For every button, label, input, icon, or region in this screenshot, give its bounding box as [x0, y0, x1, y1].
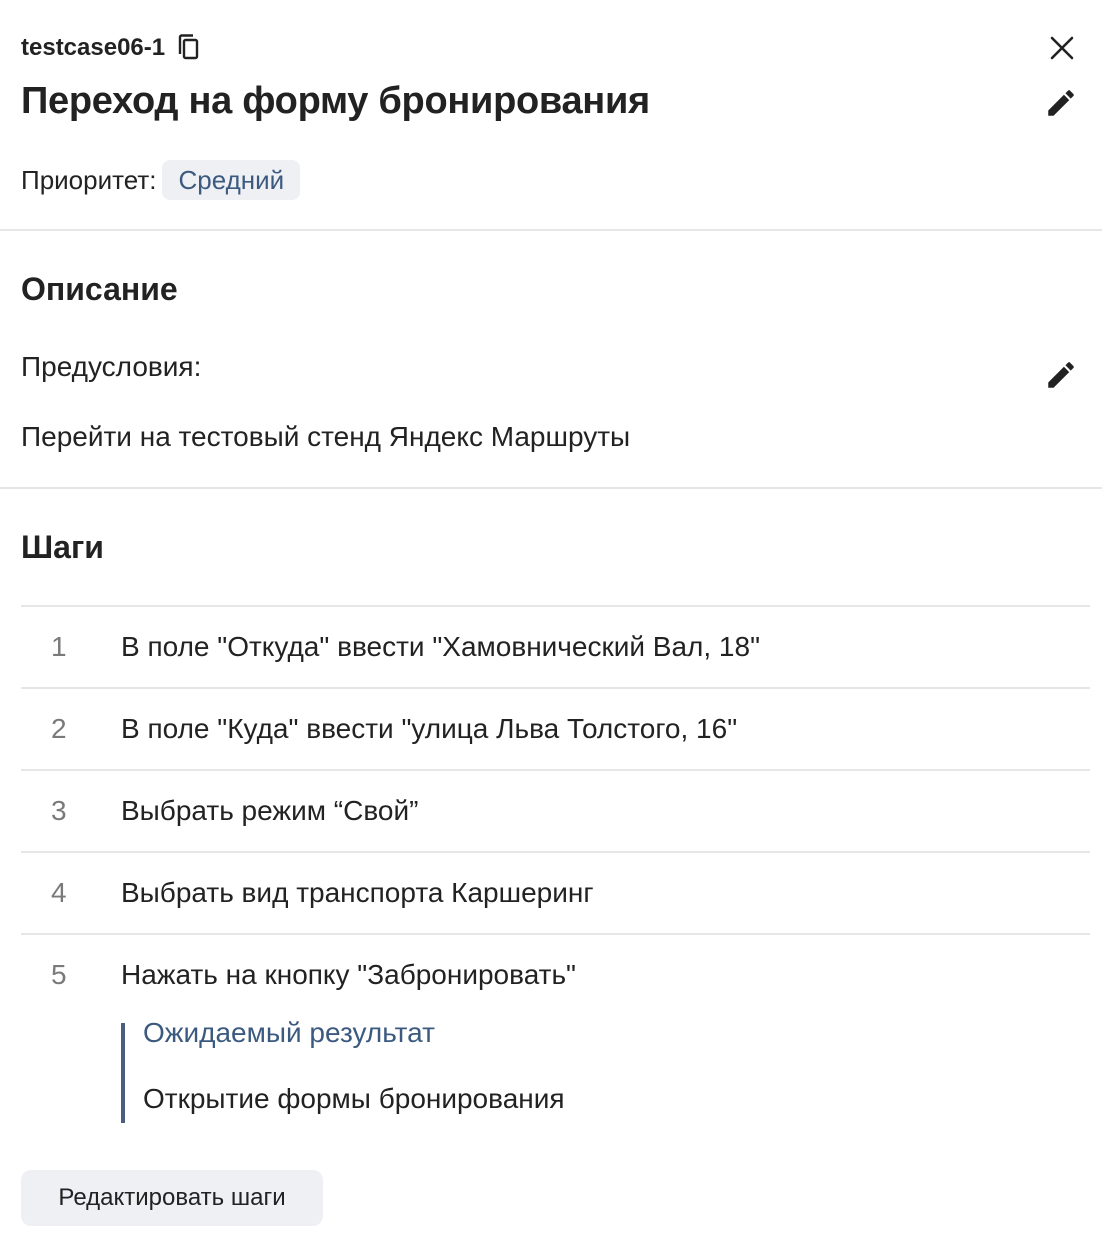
- step-list: 1 В поле "Откуда" ввести "Хамовнический …: [21, 605, 1090, 1123]
- edit-preconditions-icon[interactable]: [1044, 358, 1078, 392]
- expected-result-label: Ожидаемый результат: [143, 1017, 435, 1048]
- close-icon[interactable]: [1048, 34, 1076, 62]
- description-title: Описание: [21, 271, 178, 307]
- copy-icon[interactable]: [177, 33, 203, 63]
- step-body: В поле "Куда" ввести "улица Льва Толстог…: [121, 689, 1090, 769]
- step-text: Выбрать вид транспорта Каршеринг: [121, 877, 594, 908]
- step-body: Выбрать режим “Свой”: [121, 771, 1090, 851]
- step-text: Выбрать режим “Свой”: [121, 795, 419, 826]
- step-text: Нажать на кнопку "Забронировать": [121, 959, 576, 990]
- preconditions-text: Перейти на тестовый стенд Яндекс Маршрут…: [21, 421, 631, 452]
- priority-row: Приоритет: Средний: [21, 160, 301, 200]
- step-row: 5 Нажать на кнопку "Забронировать" Ожида…: [21, 935, 1090, 1123]
- step-number: 1: [51, 631, 67, 662]
- edit-title-icon[interactable]: [1044, 86, 1078, 120]
- description-section: Описание Предусловия: Перейти на тестовы…: [0, 231, 1102, 489]
- step-body: Выбрать вид транспорта Каршеринг: [121, 853, 1090, 933]
- step-row: 2 В поле "Куда" ввести "улица Льва Толст…: [21, 689, 1090, 771]
- step-body: В поле "Откуда" ввести "Хамовнический Ва…: [121, 607, 1090, 687]
- expected-result-text: Открытие формы бронирования: [143, 1083, 565, 1114]
- step-row: 1 В поле "Откуда" ввести "Хамовнический …: [21, 607, 1090, 689]
- case-id: testcase06-1: [21, 34, 166, 61]
- case-id-row: testcase06-1: [21, 30, 203, 66]
- preconditions-label: Предусловия:: [21, 351, 202, 382]
- step-text: В поле "Откуда" ввести "Хамовнический Ва…: [121, 631, 761, 662]
- step-number: 5: [51, 959, 67, 990]
- step-row: 4 Выбрать вид транспорта Каршеринг: [21, 853, 1090, 935]
- step-number: 4: [51, 877, 67, 908]
- expected-result: Ожидаемый результат Открытие формы брони…: [121, 1017, 1090, 1123]
- priority-label: Приоритет:: [21, 164, 157, 195]
- page-title: Переход на форму бронирования: [21, 80, 650, 122]
- step-text: В поле "Куда" ввести "улица Льва Толстог…: [121, 713, 738, 744]
- priority-badge[interactable]: Средний: [162, 160, 301, 200]
- step-row: 3 Выбрать режим “Свой”: [21, 771, 1090, 853]
- case-header: testcase06-1 Переход на форму бронирован…: [0, 0, 1102, 231]
- step-number: 3: [51, 795, 67, 826]
- edit-steps-button[interactable]: Редактировать шаги: [21, 1170, 323, 1226]
- step-body: Нажать на кнопку "Забронировать" Ожидаем…: [121, 935, 1090, 1123]
- steps-title: Шаги: [21, 529, 104, 565]
- step-number: 2: [51, 713, 67, 744]
